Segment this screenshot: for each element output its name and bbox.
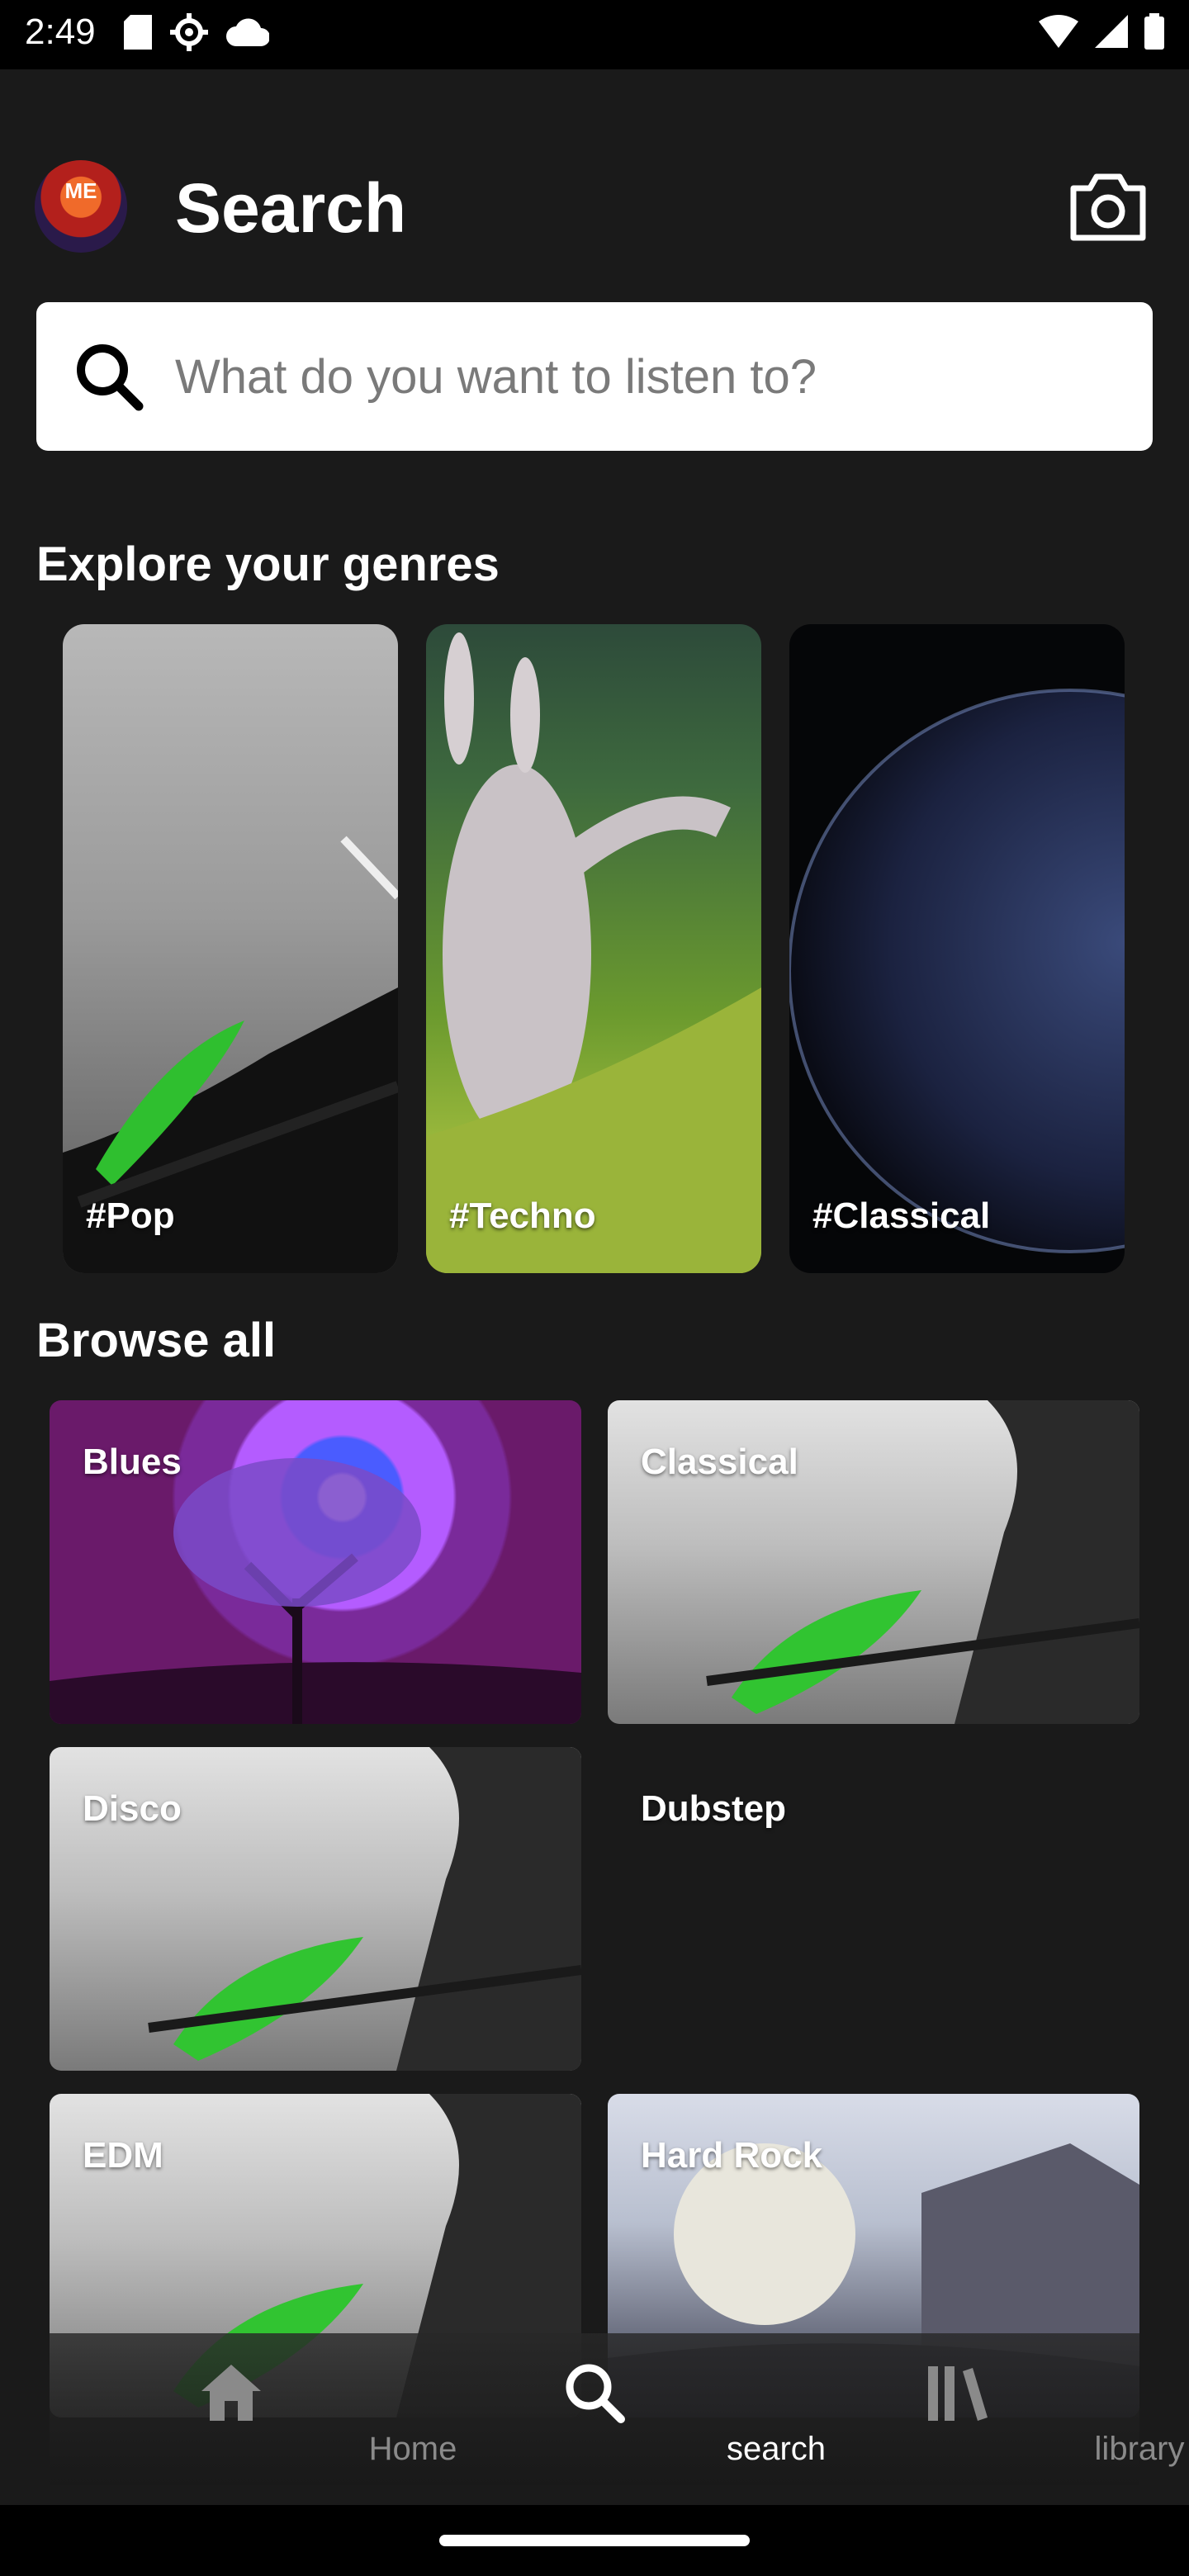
search-icon [77,344,144,411]
search-icon [566,2364,625,2423]
camera-icon [1070,173,1146,241]
signal-icon [1095,15,1128,48]
status-icons-left [124,13,269,51]
status-bar: 2:49 [0,0,1189,69]
search-input[interactable] [175,335,1125,418]
nav-item-library[interactable]: library [776,2333,1184,2485]
browse-label: Disco [83,1788,182,1829]
gesture-handle[interactable] [439,2535,750,2546]
genre-label: #Techno [449,1196,596,1236]
home-icon [201,2365,261,2421]
browse-card-disco[interactable]: Disco [50,1747,581,2071]
browse-card-blues[interactable]: Blues [50,1400,581,1724]
browse-label: Dubstep [641,1788,786,1829]
genres-section-title: Explore your genres [36,537,500,591]
browse-label: Hard Rock [641,2135,823,2176]
wifi-icon [1039,15,1078,48]
nav-label: library [1094,2431,1185,2467]
cloud-icon [226,18,269,46]
status-icons-right [1039,13,1164,50]
genre-card-classical[interactable]: #Classical [789,624,1125,1273]
battery-icon [1144,13,1164,50]
bottom-navigation: Home search library [50,2333,1184,2485]
browse-card-classical[interactable]: Classical [608,1400,1139,1724]
nav-item-home[interactable]: Home [50,2333,457,2485]
nav-item-search[interactable]: search [413,2333,826,2485]
browse-section-title: Browse all [36,1314,277,1367]
avatar[interactable]: ME [35,160,127,253]
sd-card-icon [124,15,152,50]
search-bar[interactable] [36,302,1153,451]
page-title: Search [175,169,407,247]
settings-icon [170,13,208,51]
browse-label: Classical [641,1442,798,1482]
camera-button[interactable] [1067,170,1149,244]
genre-label: #Pop [86,1196,175,1236]
genre-label: #Classical [812,1196,991,1236]
browse-label: Blues [83,1442,182,1482]
status-time: 2:49 [25,12,96,52]
genre-artwork [426,632,761,1273]
genre-artwork [789,689,1125,1253]
avatar-text: ME [64,178,97,203]
browse-label: EDM [83,2135,163,2176]
genre-artwork [63,836,398,1273]
browse-card-dubstep[interactable]: Dubstep [608,1747,1139,2071]
genre-card-pop[interactable]: #Pop [63,624,398,1273]
genre-card-techno[interactable]: #Techno [426,624,761,1273]
app-screen: ME Search Explore your genres #Pop [0,69,1189,2505]
library-icon [928,2366,988,2421]
